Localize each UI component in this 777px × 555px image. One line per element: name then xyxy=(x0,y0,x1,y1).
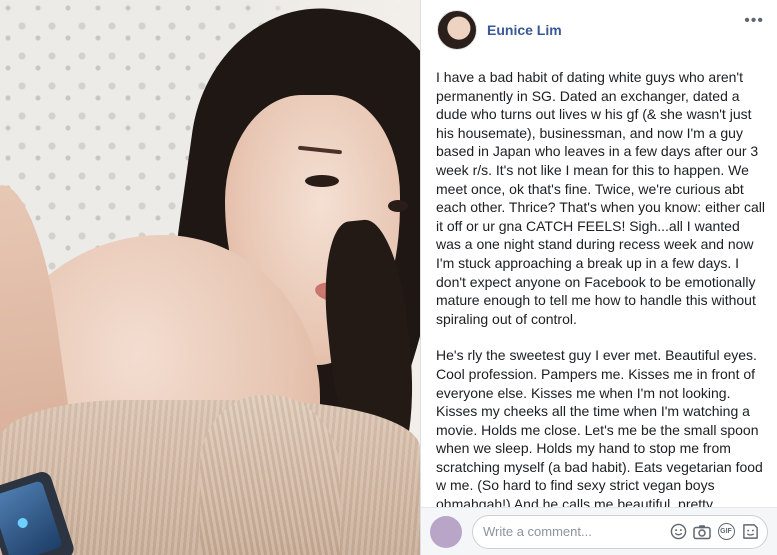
comment-input[interactable] xyxy=(483,524,669,539)
eye xyxy=(305,175,339,187)
camera-icon[interactable] xyxy=(693,523,711,541)
post-header: Eunice Lim ••• xyxy=(421,0,777,60)
gif-icon[interactable]: GIF xyxy=(717,523,735,541)
post-paragraph: I have a bad habit of dating white guys … xyxy=(436,69,766,327)
emoji-icon[interactable] xyxy=(669,523,687,541)
eye xyxy=(388,200,408,212)
author-avatar[interactable] xyxy=(437,10,477,50)
gif-label: GIF xyxy=(717,523,735,540)
post-photo[interactable] xyxy=(0,0,420,555)
comment-bar: GIF xyxy=(421,507,777,555)
photo-viewer: Eunice Lim ••• I have a bad habit of dat… xyxy=(0,0,777,555)
sticker-icon[interactable] xyxy=(741,523,759,541)
post-paragraph: He's rly the sweetest guy I ever met. Be… xyxy=(436,347,763,508)
comment-box[interactable]: GIF xyxy=(472,514,768,549)
more-options-icon[interactable]: ••• xyxy=(744,12,764,30)
comment-icons: GIF xyxy=(669,523,759,541)
viewer-avatar xyxy=(430,515,462,548)
author-name-link[interactable]: Eunice Lim xyxy=(487,22,562,38)
post-panel: Eunice Lim ••• I have a bad habit of dat… xyxy=(420,0,777,555)
post-text: I have a bad habit of dating white guys … xyxy=(436,68,766,508)
